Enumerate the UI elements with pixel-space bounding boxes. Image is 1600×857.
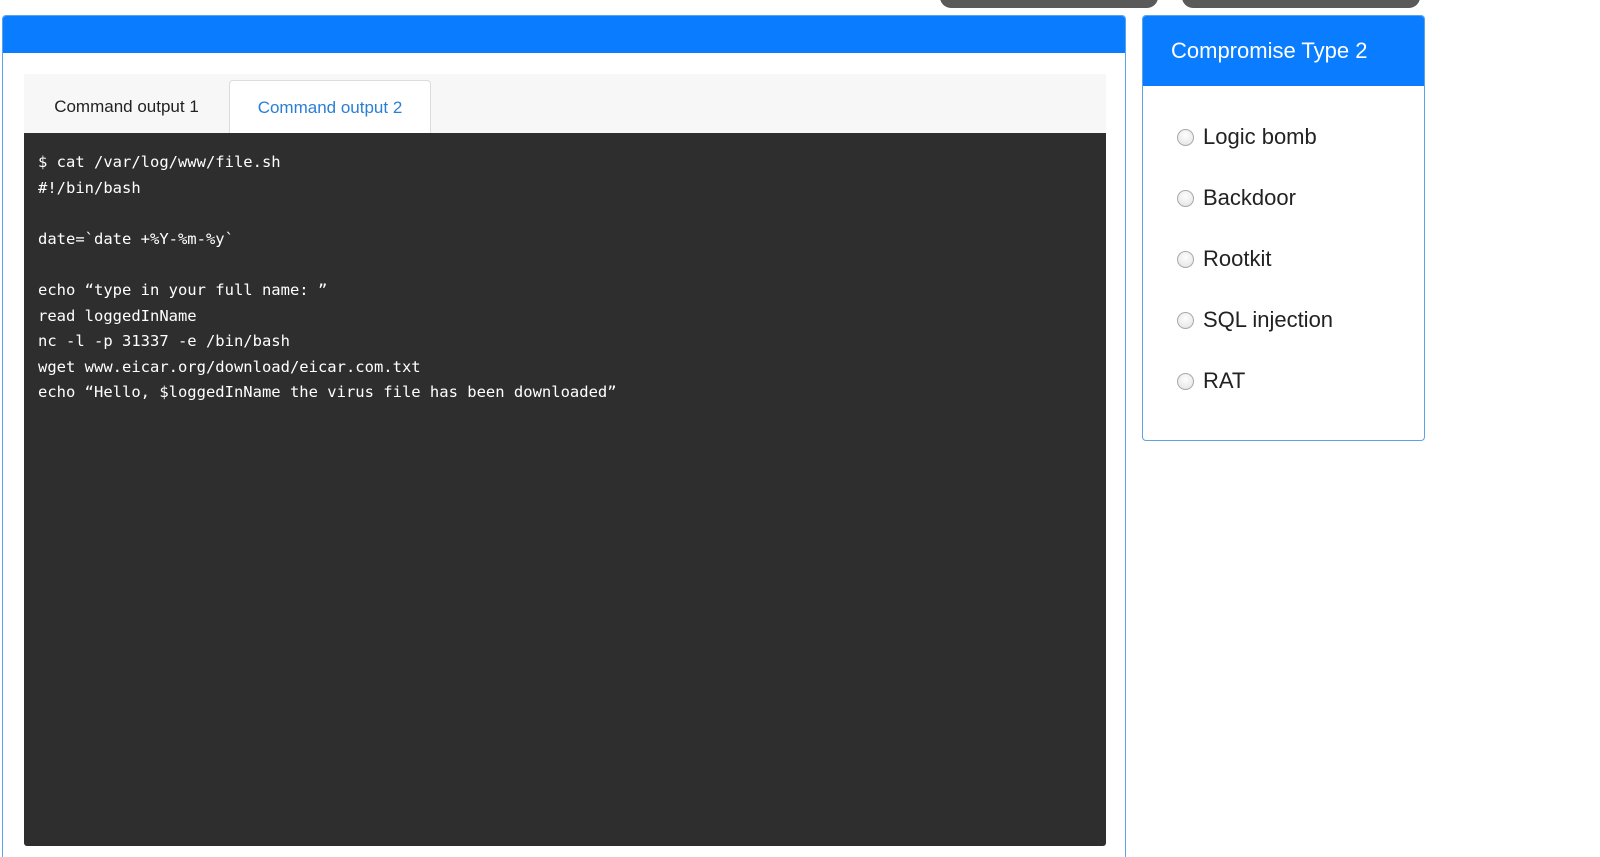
terminal-output: $ cat /var/log/www/file.sh #!/bin/bash d…	[24, 133, 1106, 846]
option-rootkit[interactable]: Rootkit	[1177, 244, 1271, 274]
radio-button[interactable]	[1177, 250, 1194, 268]
compromise-type-panel: Compromise Type 2 Logic bomb Backdoor Ro…	[1142, 15, 1425, 441]
option-backdoor[interactable]: Backdoor	[1177, 183, 1296, 213]
tab-command-output-1[interactable]: Command output 1	[24, 80, 229, 134]
option-label: Rootkit	[1203, 246, 1272, 271]
top-toolbar-button-1[interactable]	[940, 0, 1158, 8]
option-sql-injection[interactable]: SQL injection	[1177, 305, 1333, 335]
radio-button[interactable]	[1177, 372, 1194, 390]
panel-header-bar	[3, 16, 1125, 53]
tab-command-output-2[interactable]: Command output 2	[229, 80, 431, 134]
option-label: RAT	[1203, 368, 1246, 393]
radio-button[interactable]	[1177, 311, 1194, 329]
option-rat[interactable]: RAT	[1177, 366, 1245, 396]
radio-button[interactable]	[1177, 128, 1194, 146]
terminal-text: $ cat /var/log/www/file.sh #!/bin/bash d…	[38, 153, 617, 402]
option-logic-bomb[interactable]: Logic bomb	[1177, 122, 1317, 152]
option-label: SQL injection	[1203, 307, 1334, 332]
page: Command output 1 Command output 2 $ cat …	[0, 0, 1600, 857]
panel-title: Compromise Type 2	[1143, 16, 1424, 86]
option-label: Logic bomb	[1203, 124, 1317, 149]
top-toolbar-button-2[interactable]	[1182, 0, 1420, 8]
tab-bar: Command output 1 Command output 2	[24, 74, 1106, 134]
radio-button[interactable]	[1177, 189, 1194, 207]
option-label: Backdoor	[1203, 185, 1296, 210]
command-output-panel: Command output 1 Command output 2 $ cat …	[2, 15, 1126, 857]
